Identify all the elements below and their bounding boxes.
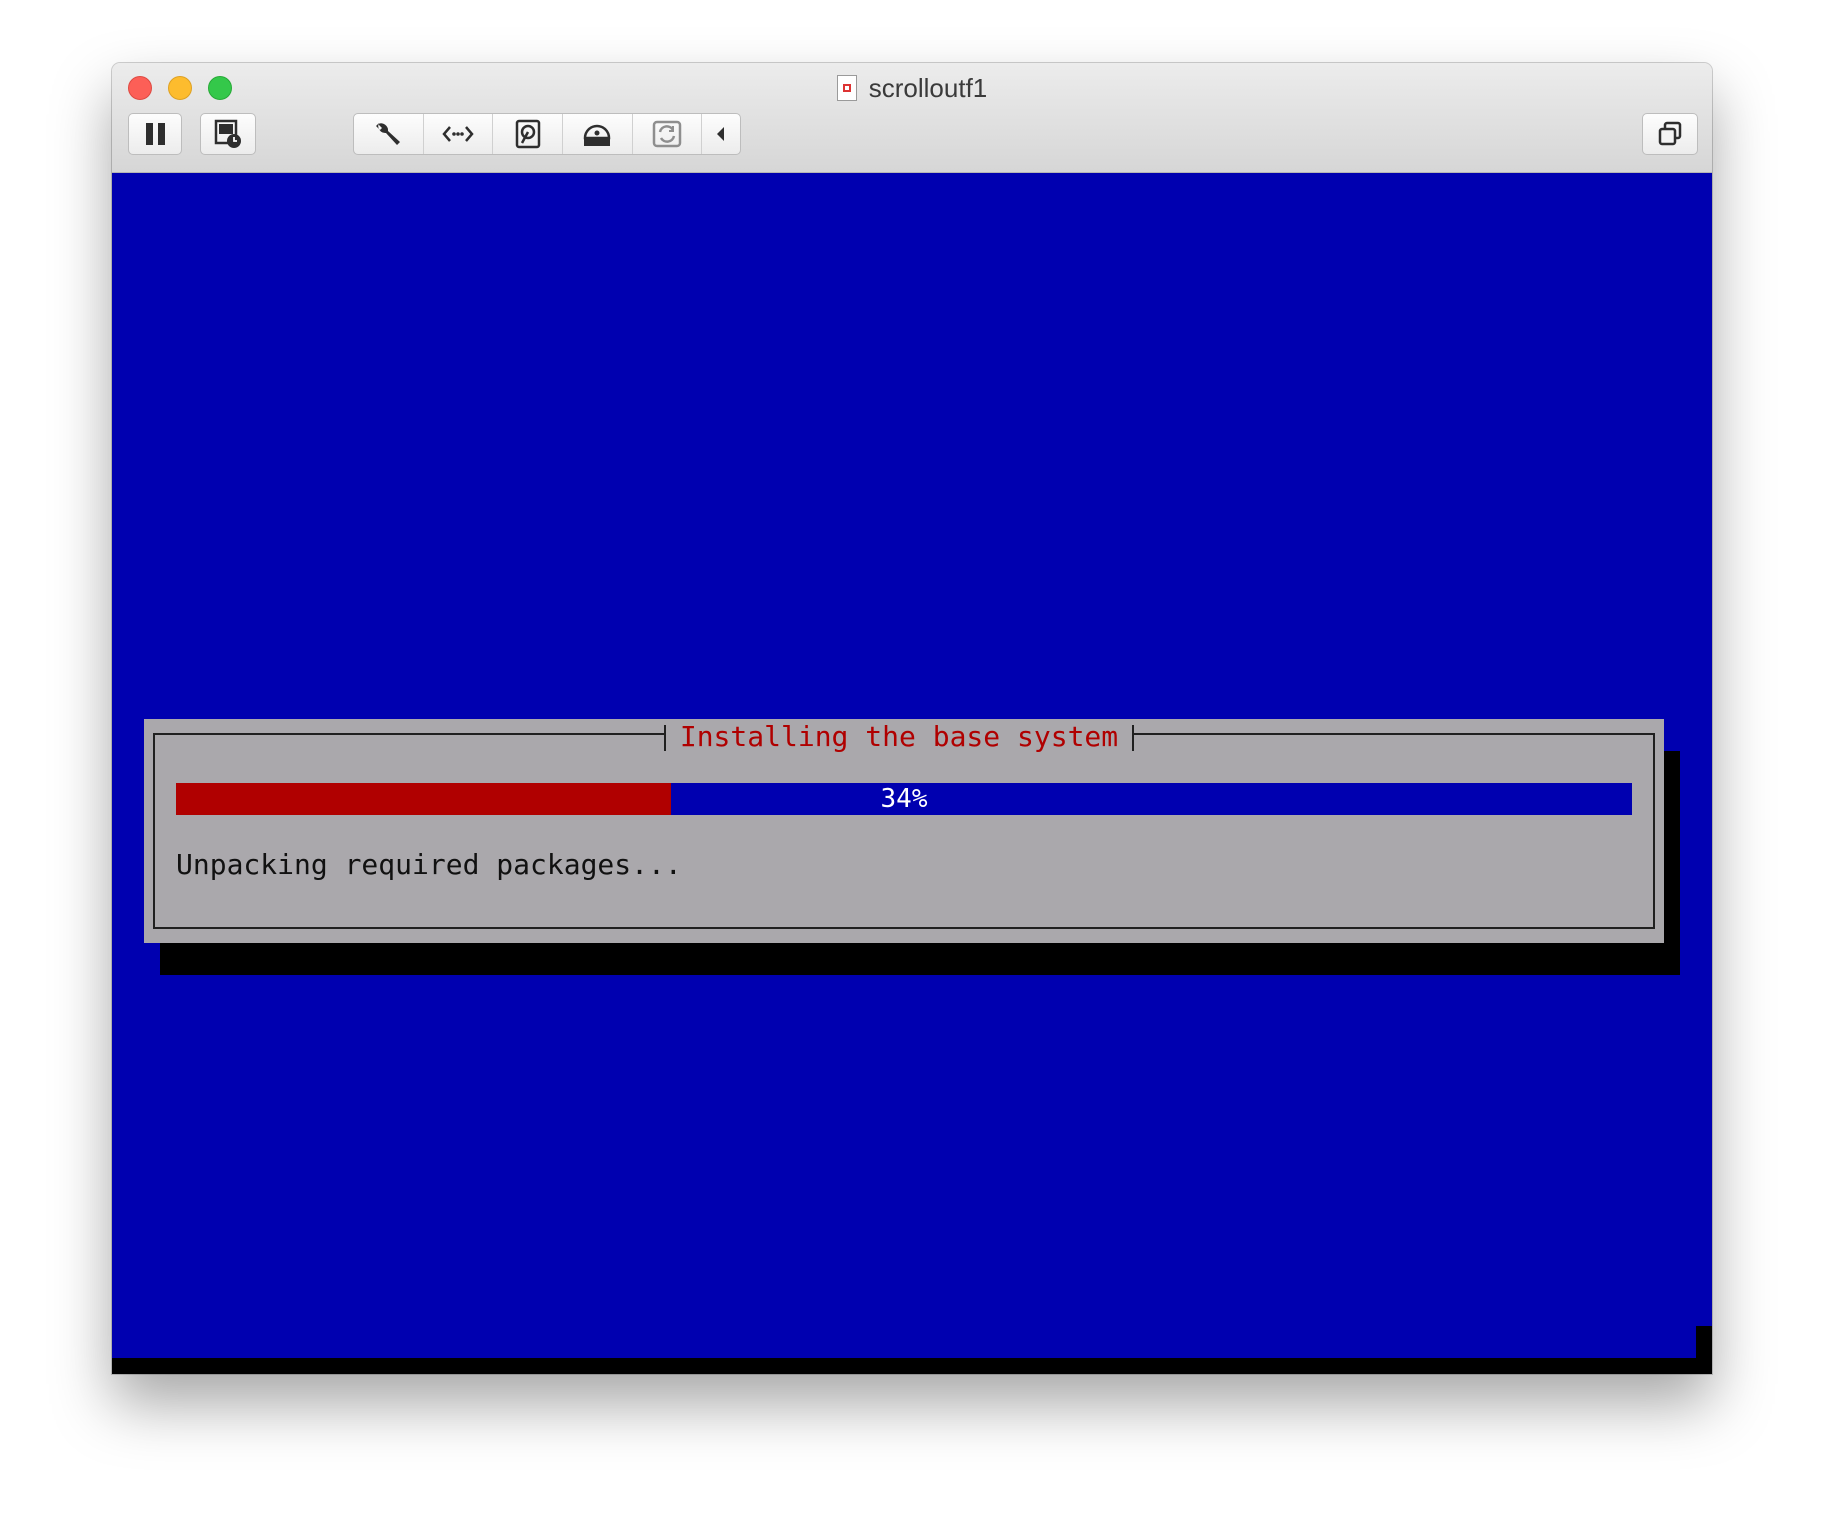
window-title: scrolloutf1 [112, 71, 1712, 105]
pause-button[interactable] [128, 113, 182, 155]
sync-icon [652, 120, 682, 148]
vm-console-screen[interactable]: Installing the base system 34% Unpacking… [112, 173, 1712, 1374]
network-button[interactable] [424, 114, 494, 154]
snapshot-clock-icon [214, 119, 241, 148]
progress-percent-label: 34% [880, 784, 928, 814]
vm-window: scrolloutf1 Installing the base system 3… [112, 63, 1712, 1374]
chevron-left-icon [717, 127, 725, 141]
usb-sync-button[interactable] [633, 114, 703, 154]
hard-disk-button[interactable] [493, 114, 563, 154]
window-title-text: scrolloutf1 [868, 73, 988, 103]
pause-icon [145, 123, 165, 145]
install-status-text: Unpacking required packages... [176, 848, 682, 881]
snapshot-button[interactable] [200, 113, 256, 155]
settings-button[interactable] [354, 114, 424, 154]
wrench-icon [376, 123, 401, 145]
install-progress-bar: 34% [176, 783, 1632, 815]
dialog-title: Installing the base system [664, 719, 1134, 755]
title-bar: scrolloutf1 [112, 63, 1712, 173]
restore-windows-icon [1658, 121, 1682, 146]
vm-document-icon [836, 75, 857, 101]
console-corner-block [1696, 1326, 1712, 1374]
network-arrows-icon [442, 126, 474, 142]
optical-drive-button[interactable] [563, 114, 633, 154]
hard-disk-icon [515, 119, 540, 149]
device-toolbar-group [353, 113, 741, 155]
collapse-toolbar-button[interactable] [702, 114, 740, 154]
installer-progress-dialog: Installing the base system 34% Unpacking… [144, 719, 1664, 943]
optical-drive-icon [583, 124, 611, 146]
unity-view-button[interactable] [1642, 113, 1698, 155]
console-bottom-border [112, 1358, 1712, 1374]
dialog-frame [153, 733, 1655, 929]
